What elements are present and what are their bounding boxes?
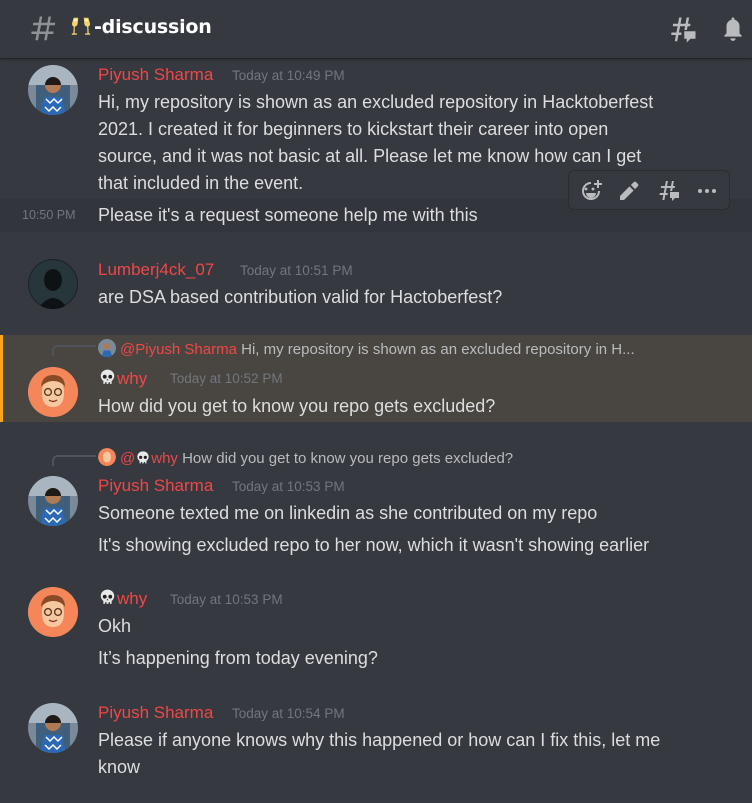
message-timestamp: Today at 10:53 PM — [232, 479, 345, 494]
champagne-glasses-icon — [71, 17, 91, 35]
message-list: Piyush Sharma Today at 10:49 PM Hi, my r… — [0, 58, 752, 803]
avatar[interactable] — [28, 476, 78, 526]
reply-preview[interactable]: @Piyush Sharma Hi, my repository is show… — [98, 339, 635, 358]
edit-icon[interactable] — [617, 179, 641, 203]
reply-spine — [52, 455, 96, 466]
reply-author-name: why — [151, 450, 178, 467]
text-channel-icon — [31, 16, 56, 41]
message-line: Hi, my repository is shown as an exclude… — [98, 92, 654, 112]
avatar-image-why — [28, 587, 78, 637]
avatar-image-piyush — [28, 65, 78, 115]
avatar-image-piyush — [28, 476, 78, 526]
channel-header: -discussion — [0, 0, 752, 58]
message-content: Someone texted me on linkedin as she con… — [98, 500, 718, 559]
message-actions-toolbar — [568, 170, 730, 210]
message-line: Please if anyone knows why this happened… — [98, 730, 661, 750]
message-timestamp: Today at 10:49 PM — [232, 68, 345, 83]
skull-icon — [100, 589, 115, 604]
avatar-image-why — [28, 367, 78, 417]
message-author[interactable]: Lumberj4ck_07 — [98, 260, 214, 280]
avatar[interactable] — [28, 259, 78, 309]
reply-author: @Piyush Sharma — [120, 341, 237, 358]
message-line: Okh — [98, 616, 132, 636]
avatar[interactable] — [28, 587, 78, 637]
avatar[interactable] — [28, 367, 78, 417]
message-timestamp: Today at 10:51 PM — [240, 263, 353, 278]
message-author[interactable]: Piyush Sharma — [98, 65, 213, 85]
message-line: know — [98, 757, 141, 777]
reply-preview[interactable]: @ why How did you get to know you repo g… — [98, 448, 513, 467]
avatar[interactable] — [28, 703, 78, 753]
message-content: How did you get to know you repo gets ex… — [98, 396, 496, 416]
threads-icon[interactable] — [668, 15, 698, 45]
message-line: It’s happening from today evening? — [98, 648, 378, 668]
message-content: Please if anyone knows why this happened… — [98, 727, 718, 781]
message-short-timestamp: 10:50 PM — [22, 208, 76, 222]
avatar[interactable] — [28, 65, 78, 115]
avatar-image-piyush — [28, 703, 78, 753]
message-author[interactable]: Piyush Sharma — [98, 476, 213, 496]
add-reaction-icon[interactable] — [579, 179, 603, 203]
message-timestamp: Today at 10:52 PM — [170, 371, 283, 386]
message-timestamp: Today at 10:53 PM — [170, 592, 283, 607]
notification-bell-icon[interactable] — [720, 16, 746, 42]
reply-text: Hi, my repository is shown as an exclude… — [241, 341, 635, 358]
message-author[interactable]: why — [98, 368, 147, 389]
message-author[interactable]: Piyush Sharma — [98, 703, 213, 723]
reply-spine — [52, 345, 96, 356]
skull-icon — [100, 369, 115, 384]
skull-icon — [137, 451, 149, 464]
reply-author: @ — [120, 450, 136, 467]
message-line: 2021. I created it for beginners to kick… — [98, 119, 609, 139]
avatar-image-lumberjack — [28, 259, 78, 309]
message-timestamp: Today at 10:54 PM — [232, 706, 345, 721]
create-thread-icon[interactable] — [657, 179, 681, 203]
message-author[interactable]: why — [98, 588, 147, 609]
message-content: Okh It’s happening from today evening? — [98, 613, 718, 672]
message-line: source, and it was not basic at all. Ple… — [98, 146, 642, 166]
message-line: Someone texted me on linkedin as she con… — [98, 503, 598, 523]
message-content: are DSA based contribution valid for Hac… — [98, 287, 503, 307]
reply-avatar — [98, 448, 116, 466]
channel-name: -discussion — [70, 15, 212, 38]
message-line: It's showing excluded repo to her now, w… — [98, 535, 650, 555]
reply-text: How did you get to know you repo gets ex… — [182, 450, 514, 467]
more-options-icon[interactable] — [695, 179, 719, 203]
reply-avatar — [98, 339, 116, 357]
